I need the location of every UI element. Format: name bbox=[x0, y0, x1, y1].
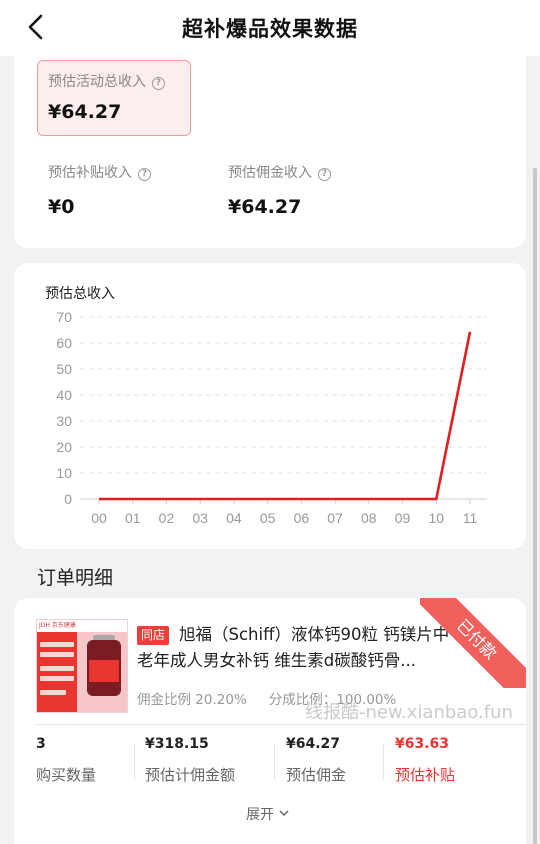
y-tick-label: 70 bbox=[56, 309, 72, 325]
x-tick-label: 09 bbox=[395, 510, 411, 526]
product-image-text-line bbox=[40, 690, 66, 695]
series-line bbox=[99, 331, 472, 501]
chart-title: 预估总收入 bbox=[45, 286, 115, 302]
total-income-value: ¥64.27 bbox=[48, 101, 122, 123]
help-icon[interactable]: ? bbox=[138, 168, 151, 181]
divider bbox=[134, 744, 135, 780]
subsidy-income-label: 预估补贴收入? bbox=[48, 162, 151, 182]
y-tick-label: 0 bbox=[64, 491, 72, 507]
x-tick-label: 06 bbox=[294, 510, 310, 526]
y-tick-label: 50 bbox=[56, 361, 72, 377]
commission-ratio: 佣金比例 20.20% bbox=[137, 692, 247, 708]
product-image-text-line bbox=[40, 642, 74, 647]
expand-label: 展开 bbox=[246, 807, 274, 823]
total-income-label: 预估活动总收入? bbox=[48, 71, 165, 91]
product-image-brand-strip: JDH 京东健康 bbox=[37, 620, 127, 632]
status-ribbon: 已付款 bbox=[420, 598, 526, 688]
commission-income-label: 预估佣金收入? bbox=[228, 162, 331, 182]
subsidy-income-stat: 预估补贴收入? ¥0 bbox=[48, 162, 151, 218]
x-tick-label: 07 bbox=[327, 510, 343, 526]
chevron-down-icon bbox=[279, 810, 289, 817]
expand-button[interactable]: 展开 bbox=[246, 804, 290, 824]
subsidy-income-value: ¥0 bbox=[48, 196, 75, 218]
x-tick-label: 05 bbox=[260, 510, 276, 526]
x-tick-label: 08 bbox=[361, 510, 377, 526]
x-tick-label: 01 bbox=[125, 510, 141, 526]
y-tick-label: 30 bbox=[56, 413, 72, 429]
stat-label: 预估计佣金额 bbox=[145, 766, 236, 784]
scrollbar[interactable] bbox=[533, 168, 537, 844]
product-image-text-line bbox=[40, 676, 74, 681]
product-image[interactable]: JDH 京东健康 bbox=[36, 619, 128, 713]
bottle-label bbox=[89, 660, 119, 682]
product-title[interactable]: 旭福（Schiff）液体钙90粒 钙镁片中老年成人男女补钙 维生素d碳酸钙骨..… bbox=[137, 622, 457, 674]
divider bbox=[36, 724, 526, 725]
y-tick-label: 10 bbox=[56, 465, 72, 481]
help-icon[interactable]: ? bbox=[152, 77, 165, 90]
stat-quantity: 3 购买数量 bbox=[36, 736, 96, 785]
stat-label: 预估补贴 bbox=[395, 766, 456, 784]
commission-income-value: ¥64.27 bbox=[228, 196, 302, 218]
store-tag: 同店 bbox=[137, 626, 169, 645]
commission-income-stat: 预估佣金收入? ¥64.27 bbox=[228, 162, 331, 218]
income-line-chart: 0 10 20 30 40 50 60 70 00 01 02 03 04 05 06 07 08 09 10 11 bbox=[56, 309, 487, 526]
product-image-text-line bbox=[40, 652, 74, 657]
x-tick-label: 03 bbox=[192, 510, 208, 526]
product-image-text-line bbox=[40, 666, 74, 671]
stat-commission-base: ¥318.15 预估计佣金额 bbox=[145, 736, 235, 785]
x-tick-label: 00 bbox=[91, 510, 107, 526]
stat-label: 预估佣金 bbox=[286, 766, 347, 784]
stat-subsidy: ¥63.63 预估补贴 bbox=[395, 736, 455, 785]
status-ribbon-wrap: 已付款 bbox=[420, 598, 526, 688]
stat-value: ¥64.27 bbox=[286, 736, 341, 752]
help-icon[interactable]: ? bbox=[318, 168, 331, 181]
stat-commission: ¥64.27 预估佣金 bbox=[286, 736, 346, 785]
nav-bar: 超补爆品效果数据 bbox=[0, 0, 540, 56]
divider bbox=[383, 744, 384, 780]
page-title: 超补爆品效果数据 bbox=[182, 17, 358, 41]
x-tick-label: 11 bbox=[463, 510, 478, 526]
x-tick-label: 10 bbox=[428, 510, 444, 526]
y-tick-label: 20 bbox=[56, 439, 72, 455]
stat-value: ¥63.63 bbox=[395, 736, 450, 752]
divider bbox=[274, 744, 275, 780]
y-tick-label: 60 bbox=[56, 335, 72, 351]
stat-value: ¥318.15 bbox=[145, 736, 209, 752]
x-tick-label: 04 bbox=[226, 510, 242, 526]
x-tick-label: 02 bbox=[159, 510, 175, 526]
y-tick-label: 40 bbox=[56, 387, 72, 403]
stat-value: 3 bbox=[36, 736, 46, 752]
stat-label: 购买数量 bbox=[36, 766, 97, 784]
watermark: 线报酷-new.xianbao.fun bbox=[305, 702, 513, 723]
order-details-title: 订单明细 bbox=[37, 567, 114, 589]
total-income-box: 预估活动总收入? ¥64.27 bbox=[37, 60, 191, 136]
